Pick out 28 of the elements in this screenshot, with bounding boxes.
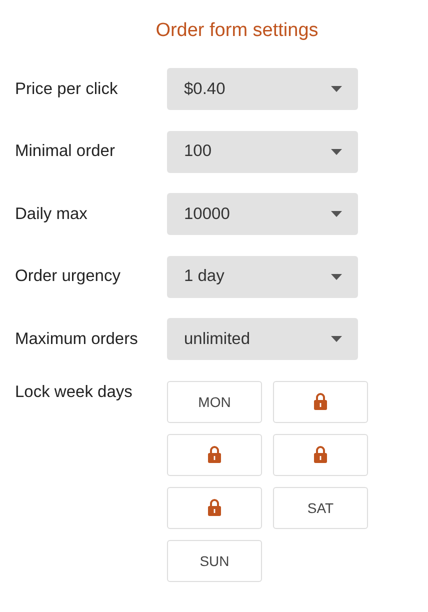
caret-icon — [331, 274, 342, 280]
dropdown[interactable]: 10000 — [167, 193, 358, 235]
field-label: Minimal order — [14, 142, 116, 161]
lock-icon — [208, 499, 221, 516]
field-label: Price per click — [14, 80, 119, 98]
caret-icon — [331, 86, 342, 92]
field-label: Lock week days — [14, 382, 134, 402]
form-title: Order form settings — [154, 20, 320, 42]
dropdown[interactable]: 100 — [167, 130, 358, 172]
lock-icon — [314, 446, 327, 463]
caret-icon — [331, 211, 342, 217]
field-label: Daily max — [14, 204, 88, 224]
dropdown[interactable]: unlimited — [167, 318, 358, 360]
lock-icon — [208, 446, 221, 463]
locked-day-button[interactable] — [273, 434, 368, 476]
locked-day-button[interactable] — [273, 380, 368, 422]
caret-icon — [331, 148, 342, 154]
field-label: Order urgency — [14, 267, 122, 286]
day-button[interactable]: SUN — [167, 540, 262, 582]
caret-icon — [331, 336, 342, 342]
field-label: Maximum orders — [14, 330, 139, 348]
dropdown[interactable]: 1 day — [167, 256, 358, 298]
day-button[interactable]: MON — [167, 380, 262, 422]
locked-day-button[interactable] — [167, 434, 262, 476]
dropdown[interactable]: $0.40 — [167, 68, 358, 110]
day-button[interactable]: SAT — [273, 486, 368, 528]
lock-icon — [314, 393, 327, 410]
locked-day-button[interactable] — [167, 486, 262, 528]
